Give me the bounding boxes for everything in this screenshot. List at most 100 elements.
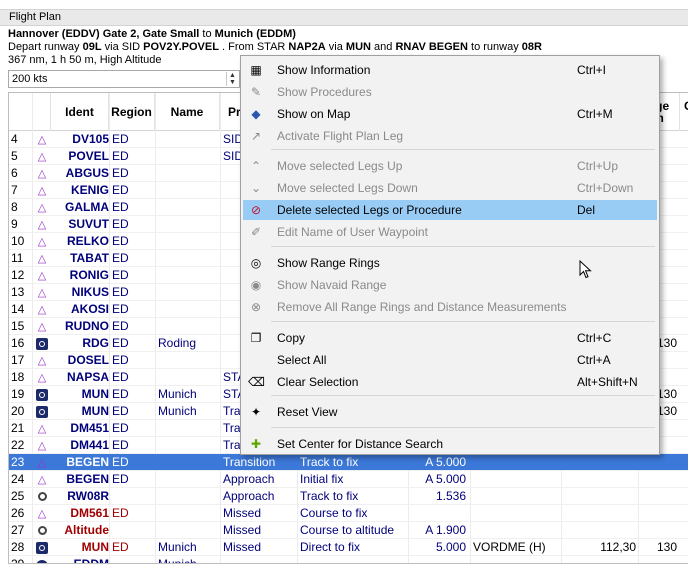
cell-restriction xyxy=(408,505,468,522)
sid-name: POV2Y.POVEL xyxy=(143,41,219,53)
menu-item-move-selected-legs-up[interactable]: ⌃ Move selected Legs Up Ctrl+Up xyxy=(243,156,657,176)
cell-region: ED xyxy=(112,217,129,231)
row-number: 29 xyxy=(11,557,25,564)
menu-item-label: Activate Flight Plan Leg xyxy=(277,129,404,143)
menu-item-select-all[interactable]: Select All Ctrl+A xyxy=(243,350,657,370)
column-header-number[interactable] xyxy=(9,93,33,131)
move-up-icon: ⌃ xyxy=(250,159,262,173)
cell-region xyxy=(110,522,155,539)
table-row[interactable]: 26 △ DM561 ED Missed Course to fix xyxy=(9,505,688,522)
activate-leg-icon: ↗ xyxy=(250,129,262,143)
cell-name xyxy=(156,250,220,267)
menu-item-remove-all-range-rings-and-distance-measurements[interactable]: ⊗ Remove All Range Rings and Distance Mea… xyxy=(243,297,657,317)
cell-ident: KENIG xyxy=(70,183,109,197)
menu-item-label: Move selected Legs Up xyxy=(277,159,403,173)
menu-item-clear-selection[interactable]: ⌫ Clear Selection Alt+Shift+N xyxy=(243,372,657,392)
menu-item-show-information[interactable]: ▦ Show Information Ctrl+I xyxy=(243,60,657,80)
column-header-course[interactable]: C xyxy=(680,93,688,131)
menu-item-label: Reset View xyxy=(277,405,338,419)
cell-procedure: Approach xyxy=(223,472,275,486)
table-row[interactable]: 27 Altitude Missed Course to altitude A 1.90… xyxy=(9,522,688,539)
cell-region xyxy=(110,556,155,563)
cruise-speed-input[interactable]: 200 kts ▲ ▼ xyxy=(8,70,240,88)
cell-range xyxy=(639,505,679,522)
menu-icon-placeholder xyxy=(248,353,264,367)
cell-name xyxy=(156,165,220,182)
menu-item-set-center-for-distance-search[interactable]: ✚ Set Center for Distance Search xyxy=(243,434,657,454)
row-number: 4 xyxy=(11,132,18,146)
speed-spinner-icon[interactable]: ▲ ▼ xyxy=(226,72,238,86)
row-number: 10 xyxy=(11,234,25,248)
menu-item-shortcut: Ctrl+Up xyxy=(577,159,619,173)
cell-name xyxy=(156,454,220,471)
cell-region: ED xyxy=(112,285,129,299)
cell-name xyxy=(156,471,220,488)
row-number: 27 xyxy=(11,523,25,537)
column-header-ident[interactable]: Ident xyxy=(51,93,109,131)
row-number: 24 xyxy=(11,472,25,486)
star-name: NAP2A xyxy=(288,41,326,53)
table-row[interactable]: 25 RW08R Approach Track to fix 1.536 xyxy=(9,488,688,505)
row-number: 6 xyxy=(11,166,18,180)
menu-separator xyxy=(271,427,655,428)
menu-item-show-navaid-range[interactable]: ◉ Show Navaid Range xyxy=(243,275,657,295)
row-number: 13 xyxy=(11,285,25,299)
row-number: 8 xyxy=(11,200,18,214)
menu-item-activate-flight-plan-leg[interactable]: ↗ Activate Flight Plan Leg xyxy=(243,126,657,146)
delete-icon: ⊘ xyxy=(250,203,262,217)
table-row[interactable]: 29 EDDM Munich xyxy=(9,556,688,564)
menu-item-show-on-map[interactable]: ◆ Show on Map Ctrl+M xyxy=(243,104,657,124)
column-header-name[interactable]: Name xyxy=(155,93,220,131)
cell-frequency xyxy=(562,471,638,488)
cell-restriction: A 1.900 xyxy=(425,523,466,537)
menu-separator xyxy=(271,246,655,247)
menu-item-reset-view[interactable]: ✦ Reset View xyxy=(243,402,657,422)
menu-item-copy[interactable]: ❐ Copy Ctrl+C xyxy=(243,328,657,348)
cell-region: ED xyxy=(112,234,129,248)
destination-airport[interactable]: Munich (EDDM) xyxy=(212,28,296,40)
cell-name xyxy=(156,437,220,454)
menu-item-move-selected-legs-down[interactable]: ⌄ Move selected Legs Down Ctrl+Down xyxy=(243,178,657,198)
cell-range: 130 xyxy=(656,540,677,554)
cell-restriction: A 5.000 xyxy=(425,472,466,486)
table-row[interactable]: 28 MUN ED Munich Missed Direct to fix 5.000 VOR… xyxy=(9,539,688,556)
row-number: 25 xyxy=(11,489,25,503)
menu-item-edit-name-of-user-waypoint[interactable]: ✐ Edit Name of User Waypoint xyxy=(243,222,657,242)
menu-item-shortcut: Ctrl+A xyxy=(577,353,611,367)
column-header-icon[interactable] xyxy=(33,93,51,131)
cell-name xyxy=(156,369,220,386)
cell-ident: SUVUT xyxy=(68,217,109,231)
cell-leg-type xyxy=(298,556,408,563)
menu-item-show-range-rings[interactable]: ◎ Show Range Rings xyxy=(243,253,657,273)
cell-ident: Altitude xyxy=(64,523,109,537)
table-row[interactable]: 24 △ BEGEN ED Approach Initial fix A 5.000 xyxy=(9,471,688,488)
departure-airport[interactable]: Hannover (EDDV) xyxy=(8,28,100,40)
row-number: 19 xyxy=(11,387,25,401)
row-number: 23 xyxy=(11,455,25,469)
edit-name-icon: ✐ xyxy=(250,225,262,239)
cell-ident: BEGEN xyxy=(66,472,109,486)
menu-item-shortcut: Alt+Shift+N xyxy=(577,375,638,389)
row-number: 11 xyxy=(11,251,24,265)
column-header-region[interactable]: Region xyxy=(109,93,155,131)
cell-region: ED xyxy=(112,319,129,333)
info-icon: ▦ xyxy=(250,63,262,77)
cell-ident: DOSEL xyxy=(67,353,109,367)
cell-frequency xyxy=(562,505,638,522)
cell-name xyxy=(156,284,220,301)
menu-item-label: Clear Selection xyxy=(277,375,359,389)
cell-region: ED xyxy=(112,336,129,350)
menu-item-label: Show Navaid Range xyxy=(277,278,387,292)
menu-item-delete-selected-legs-or-procedure[interactable]: ⊘ Delete selected Legs or Procedure Del xyxy=(243,200,657,220)
cell-ident: RELKO xyxy=(67,234,109,248)
cell-region: ED xyxy=(112,166,129,180)
cell-range xyxy=(639,488,679,505)
cell-restriction xyxy=(408,556,468,563)
row-number: 12 xyxy=(11,268,25,282)
table-row[interactable]: 23 △ BEGEN ED Transition Track to fix A 5.000 xyxy=(9,454,688,471)
cell-name xyxy=(156,488,220,505)
menu-item-show-procedures[interactable]: ✎ Show Procedures xyxy=(243,82,657,102)
navaid-range-icon: ◉ xyxy=(250,278,262,292)
cell-name xyxy=(156,233,220,250)
reset-view-icon: ✦ xyxy=(250,405,262,419)
